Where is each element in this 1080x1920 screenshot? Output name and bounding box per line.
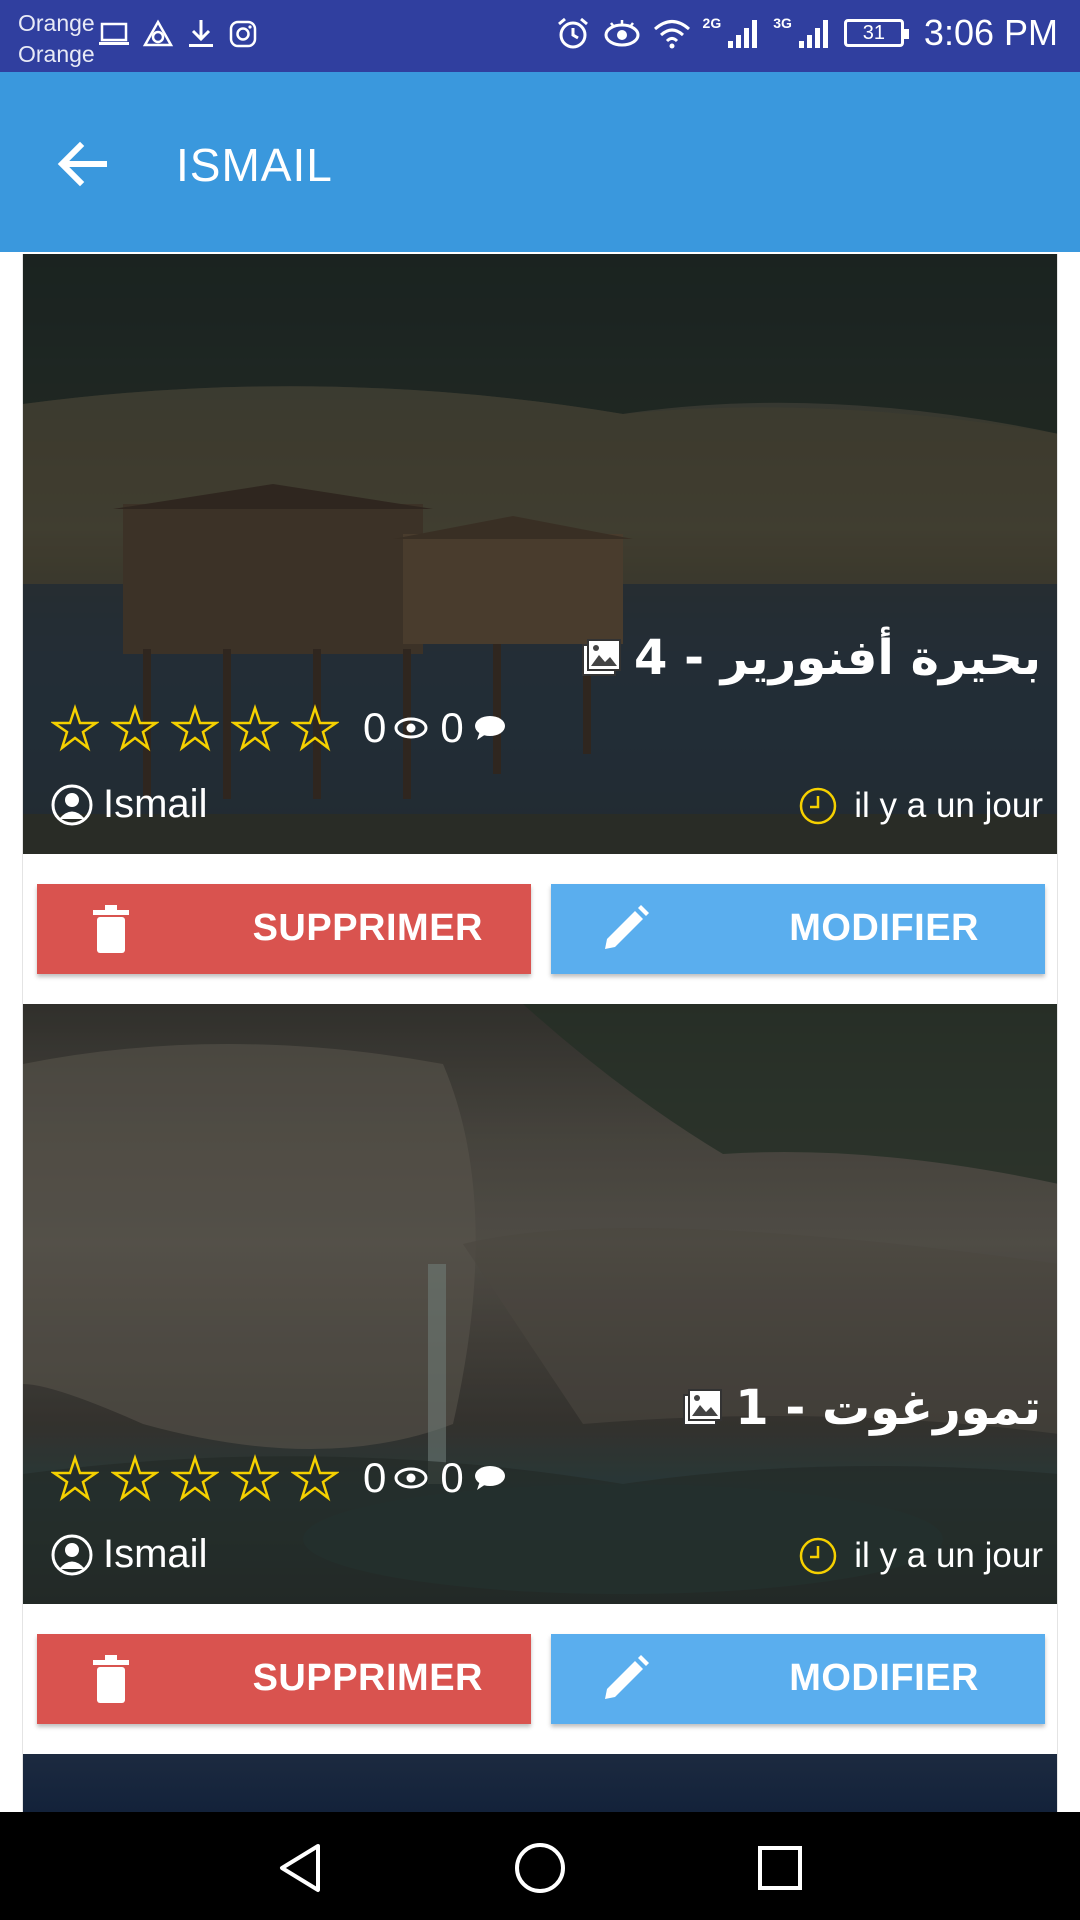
- rating-row: 0 0: [51, 704, 506, 752]
- home-icon[interactable]: [510, 1838, 570, 1898]
- comment-icon: [474, 1466, 505, 1490]
- star-icon[interactable]: [171, 1454, 219, 1502]
- author: Ismail: [51, 782, 207, 827]
- author-name: Ismail: [103, 782, 208, 826]
- place-card: تمورغوت - 1 0 0 Ismail il y a un jour SU…: [23, 1004, 1057, 1754]
- post-time-text: il y a un jour: [854, 786, 1043, 825]
- star-icon[interactable]: [51, 704, 99, 752]
- eye-comfort-icon: [604, 20, 640, 47]
- carrier-line-1: Orange: [18, 10, 95, 36]
- delete-button[interactable]: SUPPRIMER: [37, 1634, 531, 1724]
- places-list[interactable]: بحيرة أفنورير - 4 0 0 Ismail il y a un j…: [22, 254, 1058, 1812]
- star-icon[interactable]: [111, 1454, 159, 1502]
- pencil-icon: [605, 905, 649, 949]
- instagram-icon: [229, 20, 257, 48]
- photo-overlay: [23, 254, 1057, 854]
- views-count: 0: [363, 704, 387, 751]
- gallery-icon: [683, 1389, 723, 1426]
- clock-icon: [800, 1537, 837, 1575]
- edit-button[interactable]: MODIFIER: [551, 1634, 1045, 1724]
- trash-icon: [93, 1655, 129, 1703]
- star-icon[interactable]: [231, 1454, 279, 1502]
- eye-icon: [394, 1467, 428, 1489]
- back-arrow-icon[interactable]: [50, 132, 114, 196]
- place-card: بحيرة أفنورير - 4 0 0 Ismail il y a un j…: [23, 254, 1057, 1004]
- comment-icon: [474, 716, 505, 740]
- edit-button-label: MODIFIER: [789, 907, 979, 949]
- notification-icons: [98, 18, 258, 50]
- place-title-text: بحيرة أفنورير - 4: [634, 630, 1041, 686]
- carrier-line-2: Orange: [18, 41, 95, 67]
- post-time: il y a un jour: [798, 1536, 1043, 1576]
- next-card-photo[interactable]: [23, 1754, 1057, 1812]
- views-count: 0: [363, 1454, 387, 1501]
- edit-button[interactable]: MODIFIER: [551, 884, 1045, 974]
- network-2g-label: 2G: [702, 15, 722, 31]
- trash-icon: [93, 905, 129, 953]
- battery-indicator: 31: [843, 19, 909, 47]
- gallery-icon: [582, 639, 622, 676]
- pencil-icon: [605, 1655, 649, 1699]
- post-time-text: il y a un jour: [854, 1536, 1043, 1575]
- app-bar: ISMAIL: [0, 72, 1080, 252]
- place-title: بحيرة أفنورير - 4: [582, 630, 1041, 686]
- network-3g-label: 3G: [773, 15, 792, 31]
- eye-icon: [394, 717, 428, 739]
- place-photo[interactable]: [23, 1004, 1057, 1604]
- battery-level: 31: [862, 21, 886, 44]
- star-icon[interactable]: [111, 704, 159, 752]
- back-nav-icon[interactable]: [270, 1838, 330, 1898]
- photo-overlay: [23, 1004, 1057, 1604]
- place-title: تمورغوت - 1: [683, 1380, 1041, 1436]
- delete-button[interactable]: SUPPRIMER: [37, 884, 531, 974]
- rating-row: 0 0: [51, 1454, 506, 1502]
- card-actions: SUPPRIMER MODIFIER: [23, 1604, 1057, 1754]
- comments-count: 0: [440, 1454, 464, 1501]
- signal-icon: [728, 20, 758, 48]
- card-actions: SUPPRIMER MODIFIER: [23, 854, 1057, 1004]
- star-icon[interactable]: [51, 1454, 99, 1502]
- post-time: il y a un jour: [798, 786, 1043, 826]
- star-icon[interactable]: [171, 704, 219, 752]
- author-name: Ismail: [103, 1532, 208, 1576]
- clock-icon: [800, 787, 837, 825]
- user-icon: [51, 1534, 93, 1575]
- user-icon: [51, 784, 93, 825]
- edit-button-label: MODIFIER: [789, 1657, 979, 1699]
- laptop-icon: [99, 22, 129, 45]
- delete-button-label: SUPPRIMER: [252, 907, 483, 949]
- star-icon[interactable]: [291, 704, 339, 752]
- place-title-text: تمورغوت - 1: [735, 1380, 1041, 1436]
- recent-apps-icon[interactable]: [750, 1838, 810, 1898]
- download-icon: [189, 20, 213, 47]
- star-icon[interactable]: [291, 1454, 339, 1502]
- carrier-info: Orange Orange: [18, 8, 95, 70]
- status-bar: Orange Orange 2G 3G 31 3:06 PM: [0, 0, 1080, 72]
- clock: 3:06 PM: [923, 12, 1058, 53]
- sync-icon: [142, 19, 174, 47]
- page-title: ISMAIL: [176, 139, 333, 191]
- alarm-icon: [557, 17, 588, 49]
- author: Ismail: [51, 1532, 207, 1577]
- signal-icon: [798, 20, 828, 48]
- wifi-icon: [653, 20, 690, 49]
- delete-button-label: SUPPRIMER: [252, 1657, 483, 1699]
- star-icon[interactable]: [231, 704, 279, 752]
- comments-count: 0: [440, 704, 464, 751]
- system-icons: 2G 3G 31 3:06 PM: [555, 12, 1058, 54]
- place-photo[interactable]: [23, 254, 1057, 854]
- navigation-bar: [0, 1812, 1080, 1920]
